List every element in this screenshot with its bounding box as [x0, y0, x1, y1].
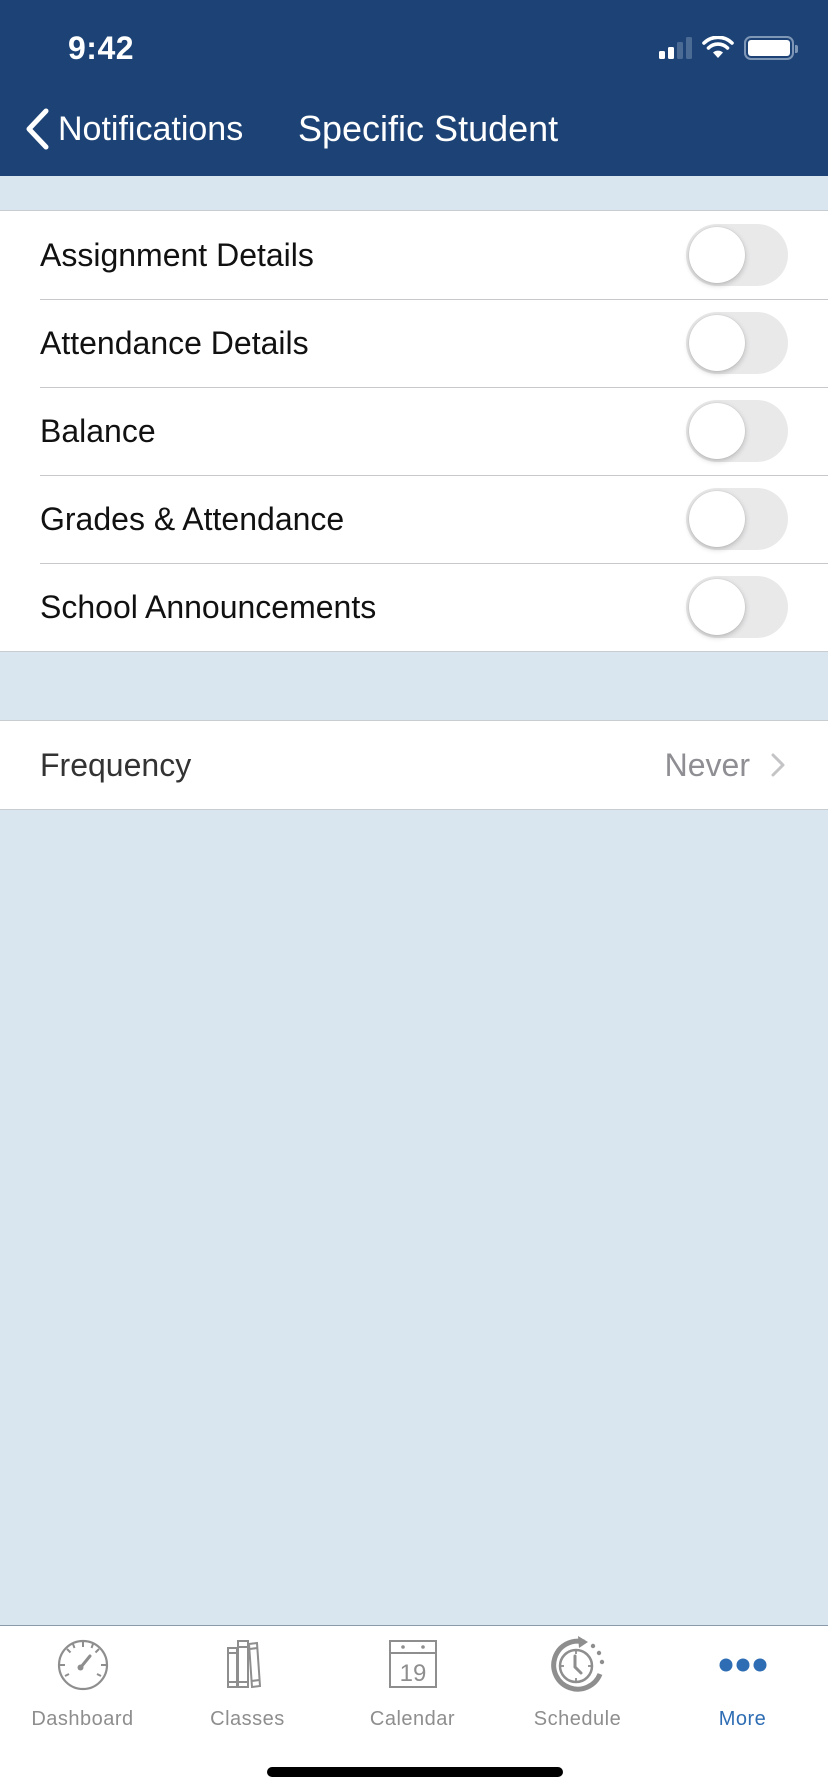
toggle-label: Assignment Details [40, 236, 314, 273]
toggle-label: Attendance Details [40, 324, 309, 361]
toggle-label: Grades & Attendance [40, 500, 345, 537]
frequency-row[interactable]: Frequency Never [0, 721, 828, 809]
clock-refresh-icon [550, 1636, 604, 1692]
tab-label: More [718, 1708, 767, 1730]
frequency-label: Frequency [40, 746, 192, 783]
battery-icon [744, 36, 798, 60]
home-indicator [267, 1767, 563, 1777]
wifi-icon [702, 36, 734, 58]
header: 9:42 Notifications Specific Student [0, 0, 828, 176]
assignment-details-toggle[interactable] [686, 224, 788, 286]
toggle-row-school-announcements: School Announcements [0, 563, 828, 651]
more-dots-icon [719, 1658, 766, 1672]
toggle-row-grades-attendance: Grades & Attendance [0, 475, 828, 563]
toggle-label: School Announcements [40, 588, 377, 625]
toggle-row-assignment-details: Assignment Details [0, 211, 828, 299]
calendar-day: 19 [399, 1660, 426, 1687]
toggle-label: Balance [40, 412, 156, 449]
tab-more[interactable]: More [660, 1626, 825, 1730]
tab-dashboard[interactable]: Dashboard [0, 1626, 165, 1730]
tab-label: Classes [210, 1708, 285, 1730]
back-button[interactable]: Notifications [24, 108, 243, 150]
tab-label: Dashboard [31, 1708, 134, 1730]
tab-label: Calendar [369, 1708, 456, 1730]
chevron-left-icon [26, 108, 49, 150]
back-button-label: Notifications [58, 109, 244, 148]
notification-toggles-section: Assignment Details Attendance Details Ba… [0, 210, 828, 652]
cellular-signal-icon [659, 37, 692, 59]
tab-label: Schedule [533, 1708, 622, 1730]
school-announcements-toggle[interactable] [686, 576, 788, 638]
frequency-section: Frequency Never [0, 720, 828, 810]
chevron-right-icon [771, 753, 785, 777]
attendance-details-toggle[interactable] [686, 312, 788, 374]
gauge-icon [57, 1639, 108, 1691]
tab-schedule[interactable]: Schedule [495, 1626, 660, 1730]
tab-calendar[interactable]: 19 Calendar [330, 1626, 495, 1730]
status-icons [659, 36, 798, 60]
balance-toggle[interactable] [686, 400, 788, 462]
toggle-row-attendance-details: Attendance Details [0, 299, 828, 387]
frequency-value: Never [664, 746, 750, 783]
page-title: Specific Student [298, 108, 559, 149]
books-icon [226, 1640, 261, 1689]
grades-attendance-toggle[interactable] [686, 488, 788, 550]
status-time: 9:42 [68, 30, 135, 66]
calendar-icon: 19 [388, 1640, 437, 1688]
tab-classes[interactable]: Classes [165, 1626, 330, 1730]
toggle-row-balance: Balance [0, 387, 828, 475]
